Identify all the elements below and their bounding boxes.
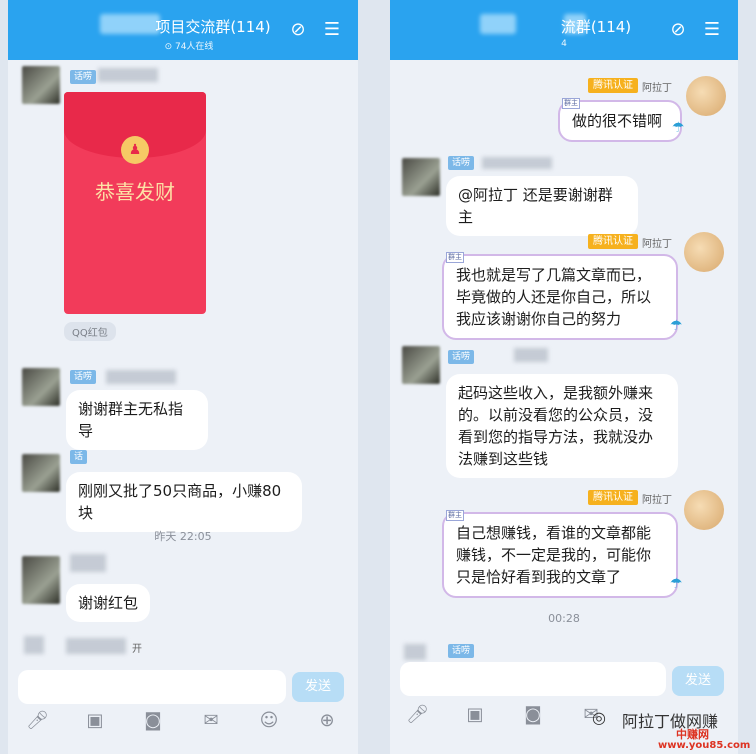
owner-tag: 群主 xyxy=(446,510,464,521)
blurred-name xyxy=(70,554,106,572)
voice-icon[interactable]: 🎤︎ xyxy=(26,710,49,732)
owner-name: 阿拉丁 xyxy=(642,83,672,94)
member-tag: 话唠 xyxy=(448,156,475,170)
plus-icon[interactable]: ⊕ xyxy=(316,710,338,732)
chat-header: 流群(114) 4 ⊘ ☰ xyxy=(390,0,738,60)
send-button[interactable]: 发送 xyxy=(672,666,724,696)
send-button[interactable]: 发送 xyxy=(292,672,344,702)
chat-header: 项目交流群(114) ⊙ 74人在线 ⊘ ☰ xyxy=(8,0,358,60)
owner-avatar[interactable] xyxy=(684,232,724,272)
member-tag: 话 xyxy=(70,450,88,464)
member-tag: 话唠 xyxy=(448,350,475,364)
blurred-name xyxy=(106,370,176,384)
message-bubble[interactable]: 谢谢群主无私指导 xyxy=(66,390,208,450)
verified-badge: 腾讯认证 xyxy=(588,490,638,505)
online-count: ⊙ 74人在线 xyxy=(164,42,214,52)
watermark-logo-icon: ◎ xyxy=(592,708,606,727)
message-bubble[interactable]: 自己想赚钱，看谁的文章都能赚钱，不一定是我的，可能你只是恰好看到我的文章了 xyxy=(442,512,678,598)
owner-name: 阿拉丁 xyxy=(642,495,672,506)
blurred-name xyxy=(514,348,548,362)
camera-icon[interactable]: ◙ xyxy=(522,704,544,726)
left-screen: 项目交流群(114) ⊙ 74人在线 ⊘ ☰ 话唠 ♟ 恭喜发财 QQ红包 话唠… xyxy=(8,0,358,754)
umbrella-icon: ☂ xyxy=(672,120,685,136)
message-input[interactable] xyxy=(18,670,286,704)
owner-tag: 群主 xyxy=(562,98,580,109)
no-disturb-icon[interactable]: ⊘ xyxy=(288,20,308,40)
timestamp: 昨天 22:05 xyxy=(154,530,212,543)
red-packet-icon[interactable]: ✉ xyxy=(200,710,222,732)
penguin-icon: ♟ xyxy=(121,136,149,164)
message-bubble[interactable]: @阿拉丁 还是要谢谢群主 xyxy=(446,176,638,236)
no-disturb-icon[interactable]: ⊘ xyxy=(668,20,688,40)
input-toolbar: 🎤︎ ▣ ◙ ✉ ☺ ⊕ xyxy=(8,702,358,742)
partial-text: 开 xyxy=(132,644,142,655)
avatar[interactable] xyxy=(22,454,60,492)
menu-icon[interactable]: ☰ xyxy=(702,20,722,40)
blurred-name xyxy=(98,68,158,82)
message-bubble[interactable]: 谢谢红包 xyxy=(66,584,150,622)
owner-name: 阿拉丁 xyxy=(642,239,672,250)
owner-avatar[interactable] xyxy=(686,76,726,116)
camera-icon[interactable]: ◙ xyxy=(142,710,164,732)
member-tag: 话唠 xyxy=(70,70,97,84)
menu-icon[interactable]: ☰ xyxy=(322,20,342,40)
member-tag: 话唠 xyxy=(448,644,475,658)
verified-badge: 腾讯认证 xyxy=(588,78,638,93)
avatar[interactable] xyxy=(402,158,440,196)
watermark-url: www.you85.com xyxy=(658,740,751,751)
owner-tag: 群主 xyxy=(446,252,464,263)
message-bubble[interactable]: 刚刚又批了50只商品，小赚80块 xyxy=(66,472,302,532)
image-icon[interactable]: ▣ xyxy=(84,710,106,732)
avatar[interactable] xyxy=(22,66,60,104)
avatar[interactable] xyxy=(22,368,60,406)
red-packet-label: QQ红包 xyxy=(64,322,116,341)
timestamp: 00:28 xyxy=(548,612,580,625)
red-packet[interactable]: ♟ 恭喜发财 xyxy=(64,92,206,314)
red-packet-text: 恭喜发财 xyxy=(95,180,175,204)
member-tag: 话唠 xyxy=(70,370,97,384)
blurred-avatar xyxy=(24,636,44,654)
umbrella-icon: ☂ xyxy=(670,576,683,592)
owner-avatar[interactable] xyxy=(684,490,724,530)
avatar[interactable] xyxy=(22,556,60,604)
online-count: 4 xyxy=(561,39,567,49)
message-bubble[interactable]: 我也就是写了几篇文章而已，毕竟做的人还是你自己，所以我应该谢谢你自己的努力 xyxy=(442,254,678,340)
message-input[interactable] xyxy=(400,662,666,696)
voice-icon[interactable]: 🎤︎ xyxy=(406,704,429,726)
verified-badge: 腾讯认证 xyxy=(588,234,638,249)
umbrella-icon: ☂ xyxy=(670,318,683,334)
blurred-name xyxy=(66,638,126,654)
image-icon[interactable]: ▣ xyxy=(464,704,486,726)
blurred-avatar xyxy=(404,644,426,660)
emoji-icon[interactable]: ☺ xyxy=(258,710,280,732)
right-screen: 流群(114) 4 ⊘ ☰ 腾讯认证 阿拉丁 做的很不错啊 群主 ☂ 话唠 @阿… xyxy=(390,0,738,754)
avatar[interactable] xyxy=(402,346,440,384)
blurred-name xyxy=(482,157,552,169)
message-bubble[interactable]: 起码这些收入，是我额外赚来的。以前没看您的公众员，没看到您的指导方法，我就没办法… xyxy=(446,374,678,478)
